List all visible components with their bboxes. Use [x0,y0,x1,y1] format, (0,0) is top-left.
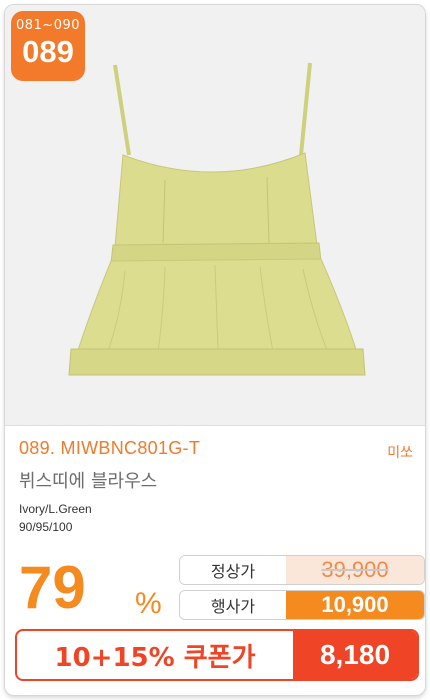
coupon-price-box[interactable]: 10+15% 쿠폰가 8,180 [15,629,419,681]
coupon-price-value: 8,180 [293,631,417,679]
badge-range: 081~090 [15,18,81,33]
product-name[interactable]: 뷔스띠에 블라우스 [19,467,157,493]
color-options: Ivory/L.Green [19,502,92,516]
badge-number: 089 [22,34,74,69]
normal-price-label: 정상가 [180,556,286,584]
product-code[interactable]: 089. MIWBNC801G-T [19,438,200,459]
coupon-price-label: 10+15% 쿠폰가 [54,642,256,673]
brand-name[interactable]: 미쏘 [387,442,413,462]
size-options: 90/95/100 [19,520,73,534]
event-price-value: 10,900 [286,591,424,619]
normal-price-row: 정상가 39,900 [179,555,425,585]
event-price-row: 행사가 10,900 [179,590,425,620]
normal-price-value: 39,900 [286,556,424,584]
discount-rate: 79 [19,554,86,621]
divider [5,425,425,426]
percent-sign: % [135,587,162,620]
product-number-badge: 081~090 089 [11,11,85,81]
event-price-label: 행사가 [180,591,286,619]
product-card[interactable]: 081~090 089 089. MIWBNC801G-T 미쏘 뷔스띠에 블라… [4,4,426,696]
